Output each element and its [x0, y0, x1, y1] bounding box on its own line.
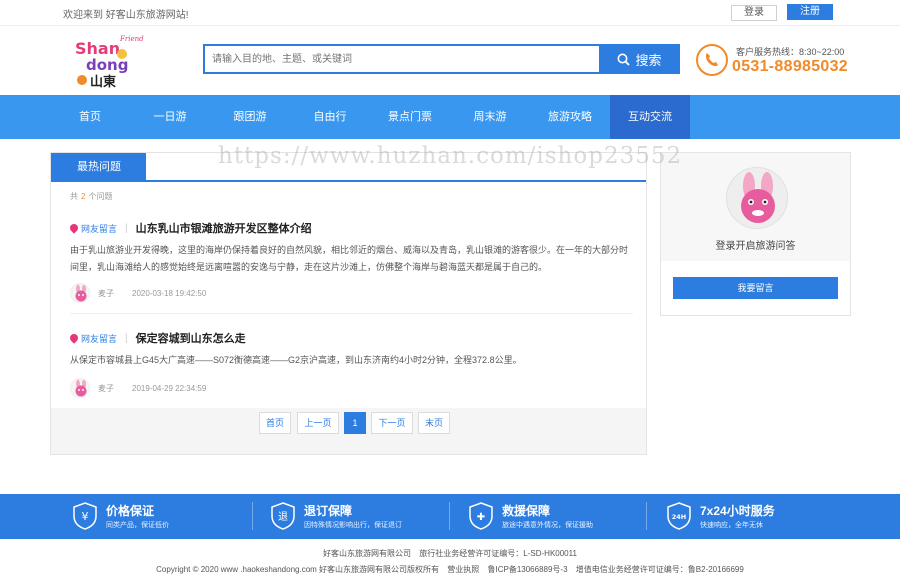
- pager-prev[interactable]: 上一页: [297, 412, 339, 434]
- search-box: [203, 44, 600, 74]
- footer-line-1: 好客山东旅游网有限公司 旅行社业务经营许可证编号：L-SD-HK00011: [0, 548, 900, 559]
- service-sub: 快速响应，全年无休: [700, 522, 763, 529]
- question-count: 共 2 个问题: [70, 192, 113, 201]
- svg-text:✚: ✚: [477, 512, 485, 523]
- footer-biz-license-link[interactable]: 营业执照: [447, 565, 479, 574]
- avatar: [70, 378, 90, 398]
- tab-hot-questions[interactable]: 最热问题: [51, 153, 146, 182]
- site-logo[interactable]: Friendly Shan dong 山東: [74, 32, 151, 90]
- question-body: 从保定市容城县上G45大广高速——S072衡德高速——G2京沪高速，到山东济南约…: [70, 355, 522, 365]
- watermark: https://www.huzhan.com/ishop23552: [218, 143, 683, 169]
- footer-icp-link[interactable]: 鲁ICP备13066889号-3: [488, 565, 568, 574]
- top-bar: 欢迎来到 好客山东旅游网站! 登录 注册: [0, 0, 900, 26]
- divider: [252, 502, 253, 530]
- yuan-shield-icon: ¥: [73, 502, 97, 530]
- nav-item-interaction[interactable]: 互动交流: [610, 95, 690, 139]
- separator: |: [125, 222, 128, 234]
- location-pin-icon: [68, 222, 80, 234]
- location-pin-icon: [68, 332, 80, 344]
- question-date: 2020-03-18 19:42:50: [132, 288, 207, 298]
- question-user: 麦子: [98, 383, 114, 393]
- service-sub: 同类产品，保证低价: [106, 522, 169, 529]
- 24h-shield-icon: 24H: [667, 502, 691, 530]
- hotline-label: 客户服务热线：8:30~22:00: [736, 47, 845, 57]
- question-meta: 麦子 2020-03-18 19:42:50: [70, 283, 206, 303]
- welcome-text: 欢迎来到 好客山东旅游网站!: [63, 10, 189, 21]
- divider: [70, 313, 633, 314]
- question-date: 2019-04-29 22:34:59: [132, 383, 207, 393]
- svg-text:山東: 山東: [90, 74, 116, 88]
- svg-text:24H: 24H: [672, 513, 687, 521]
- avatar: [70, 283, 90, 303]
- pager-last[interactable]: 末页: [418, 412, 450, 434]
- avatar: [726, 167, 788, 229]
- phone-icon: [696, 44, 728, 76]
- svg-text:¥: ¥: [82, 510, 89, 523]
- service-title: 价格保证: [106, 504, 155, 518]
- rescue-shield-icon: ✚: [469, 502, 493, 530]
- divider: [449, 502, 450, 530]
- nav-item-group-tour[interactable]: 跟团游: [210, 95, 290, 139]
- footer-copyright: Copyright © 2020 www .haokeshandong.com …: [156, 565, 440, 574]
- questions-panel: 最热问题 共 2 个问题 网友留言 | 山东乳山市银滩旅游开发区整体介绍 由于乳山旅…: [50, 152, 647, 455]
- footer-line-2: Copyright © 2020 www .haokeshandong.com …: [0, 564, 900, 575]
- login-prompt: 登录开启旅游问答: [715, 241, 796, 252]
- pager-first[interactable]: 首页: [259, 412, 291, 434]
- service-guarantees: ¥ 价格保证 同类产品，保证低价 退 退订保障 因特殊情况影响出行，保证退订 ✚…: [0, 494, 900, 539]
- svg-text:退: 退: [278, 511, 288, 523]
- question-meta: 麦子 2019-04-29 22:34:59: [70, 378, 206, 398]
- question-user: 麦子: [98, 288, 114, 298]
- question-tag: 网友留言: [81, 333, 118, 344]
- footer-company: 好客山东旅游网有限公司: [323, 549, 412, 558]
- shandong-logo-icon: Friendly Shan dong 山東: [75, 35, 151, 90]
- pager-current[interactable]: 1: [344, 412, 366, 434]
- hotline: 客户服务热线：8:30~22:00 0531-88985032: [696, 44, 856, 78]
- leave-message-button[interactable]: 我要留言: [673, 277, 838, 299]
- service-24h: 24H 7x24小时服务 快速响应，全年无休: [666, 494, 826, 539]
- service-rescue: ✚ 救援保障 旅途中遇意外情况，保证援助: [468, 494, 628, 539]
- search-button-label: 搜索: [635, 52, 662, 68]
- nav-item-free-travel[interactable]: 自由行: [290, 95, 370, 139]
- search-input[interactable]: [205, 46, 600, 72]
- register-button[interactable]: 注册: [787, 4, 833, 20]
- nav-item-home[interactable]: 首页: [50, 95, 130, 139]
- nav-item-guides[interactable]: 旅游攻略: [530, 95, 610, 139]
- question-title[interactable]: 山东乳山市银滩旅游开发区整体介绍: [136, 220, 312, 236]
- nav-item-weekend[interactable]: 周末游: [450, 95, 530, 139]
- ask-area: 我要留言: [661, 261, 850, 315]
- service-sub: 因特殊情况影响出行，保证退订: [304, 522, 402, 529]
- divider: [646, 502, 647, 530]
- service-refund: 退 退订保障 因特殊情况影响出行，保证退订: [270, 494, 430, 539]
- question-title[interactable]: 保定容城到山东怎么走: [136, 330, 246, 346]
- footer-telecom: 增值电信业务经营许可证编号：鲁B2-20166699: [575, 565, 744, 574]
- service-title: 救援保障: [502, 504, 551, 518]
- pager-next[interactable]: 下一页: [371, 412, 413, 434]
- separator: |: [125, 332, 128, 344]
- login-button[interactable]: 登录: [731, 5, 777, 21]
- question-tag: 网友留言: [81, 223, 118, 234]
- service-title: 7x24小时服务: [700, 504, 775, 518]
- nav-item-day-tour[interactable]: 一日游: [130, 95, 210, 139]
- service-title: 退订保障: [304, 504, 353, 518]
- service-price: ¥ 价格保证 同类产品，保证低价: [72, 494, 222, 539]
- nav-item-tickets[interactable]: 景点门票: [370, 95, 450, 139]
- hotline-number: 0531-88985032: [732, 58, 849, 75]
- service-sub: 旅途中遇意外情况，保证援助: [502, 522, 593, 529]
- footer-license: 旅行社业务经营许可证编号：L-SD-HK00011: [419, 549, 577, 558]
- login-ask-panel: 登录开启旅游问答 我要留言: [660, 152, 851, 316]
- question-body: 由于乳山旅游业开发得晚，这里的海岸仍保持着良好的自然风貌，相比邻近的烟台、威海以…: [70, 245, 629, 272]
- search-icon: [617, 53, 631, 66]
- svg-text:Friendly: Friendly: [119, 35, 144, 43]
- search-button[interactable]: 搜索: [599, 44, 680, 74]
- main-nav: 首页 一日游 跟团游 自由行 景点门票 周末游 旅游攻略 互动交流: [0, 95, 900, 139]
- refund-shield-icon: 退: [271, 502, 295, 530]
